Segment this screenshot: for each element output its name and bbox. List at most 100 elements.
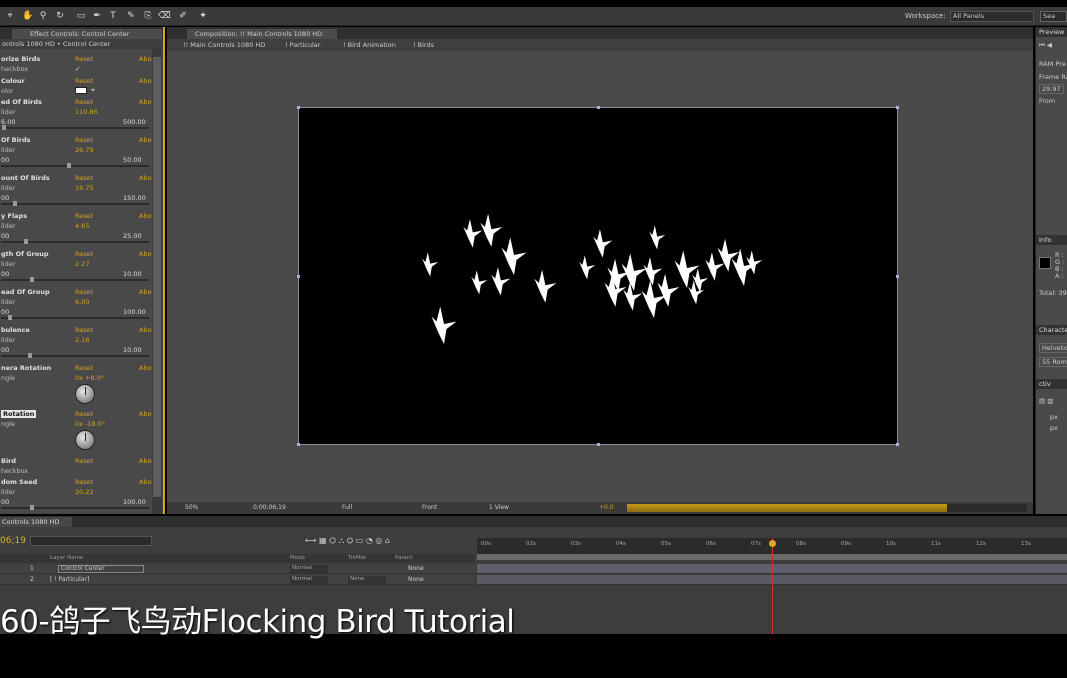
col-trkmat[interactable]: TrkMat <box>348 555 366 561</box>
effect-about-link[interactable]: Abo <box>139 478 152 486</box>
effect-property-name[interactable]: Rotation <box>1 410 37 418</box>
slider-knob[interactable] <box>8 315 13 320</box>
view-select[interactable]: Front <box>422 504 437 511</box>
composition-viewer[interactable] <box>297 106 899 446</box>
effect-property-name[interactable]: ed Of Birds <box>1 98 42 106</box>
effect-about-link[interactable]: Abo <box>139 77 152 85</box>
effect-reset-link[interactable]: Reset <box>75 364 93 372</box>
effect-property-name[interactable]: ead Of Group <box>1 288 50 296</box>
layer-name[interactable]: Control Center <box>58 565 144 573</box>
puppet-tool-icon[interactable]: ✦ <box>198 11 208 21</box>
layer-mode-select[interactable]: Normal <box>290 565 328 573</box>
from-current-checkbox[interactable]: From <box>1039 97 1055 105</box>
align-icons[interactable]: ▤ ▥ <box>1039 397 1053 405</box>
effect-reset-link[interactable]: Reset <box>75 174 93 182</box>
selection-tool-icon[interactable]: ⌖ <box>5 11 15 21</box>
effect-reset-link[interactable]: Reset <box>75 478 93 486</box>
effect-property-value[interactable]: 0x +8.0° <box>75 374 104 382</box>
eraser-tool-icon[interactable]: ⌫ <box>158 11 171 21</box>
slider-knob[interactable] <box>29 277 34 282</box>
effect-property-value[interactable]: 26.79 <box>75 146 94 154</box>
effect-property-value[interactable]: 0x -18.0° <box>75 420 105 428</box>
frame-rate-field[interactable]: 29.97 <box>1039 84 1064 94</box>
timeline-search-input[interactable] <box>30 536 152 546</box>
effect-reset-link[interactable]: Reset <box>75 288 93 296</box>
info-tab[interactable]: Info <box>1036 235 1067 245</box>
effect-about-link[interactable]: Abo <box>139 326 152 334</box>
breadcrumb-particular[interactable]: ! Particular <box>285 41 320 49</box>
layer-parent-select[interactable]: None <box>408 576 424 583</box>
zoom-tool-icon[interactable]: ⚲ <box>38 11 48 21</box>
effect-property-value[interactable]: 20.22 <box>75 488 94 496</box>
preview-controls-icon[interactable]: ⏮ ◀ <box>1039 41 1052 50</box>
playhead-handle[interactable] <box>769 540 776 547</box>
effect-property-name[interactable]: Bird <box>1 457 16 465</box>
slider-knob[interactable] <box>28 353 33 358</box>
eyedropper-icon[interactable]: ⌖ <box>91 86 95 95</box>
slider-track[interactable] <box>1 203 149 205</box>
workspace-select[interactable]: All Panels <box>950 11 1034 22</box>
layer-name[interactable]: [ ! Particular] <box>50 576 89 583</box>
effect-property-value[interactable]: 2.27 <box>75 260 89 268</box>
roto-brush-tool-icon[interactable]: ✐ <box>178 11 188 21</box>
hand-tool-icon[interactable]: ✋ <box>22 11 33 21</box>
search-help-input[interactable]: Sea <box>1040 11 1067 22</box>
effect-controls-tab[interactable]: Effect Controls: Control Center <box>12 29 162 39</box>
effect-about-link[interactable]: Abo <box>139 410 152 418</box>
effect-about-link[interactable]: Abo <box>139 98 152 106</box>
timeline-switches-icons[interactable]: ⟷ ▦ ⌬ ⛬ ⛭ ▭ ◔ ◎ ⌂ <box>305 536 390 546</box>
effect-about-link[interactable]: Abo <box>139 250 152 258</box>
effect-property-name[interactable]: orize Birds <box>1 55 40 63</box>
slider-track[interactable] <box>1 279 149 281</box>
character-tab[interactable]: Characte <box>1036 325 1067 335</box>
breadcrumb-bird-animation[interactable]: ! Bird Animation <box>343 41 396 49</box>
slider-knob[interactable] <box>2 125 7 130</box>
slider-track[interactable] <box>1 317 149 319</box>
effect-about-link[interactable]: Abo <box>139 457 152 465</box>
effect-property-value[interactable]: 2.16 <box>75 336 89 344</box>
effect-property-value[interactable]: 110.86 <box>75 108 98 116</box>
effect-property-value[interactable]: 6.00 <box>75 298 89 306</box>
angle-dial[interactable] <box>75 430 95 450</box>
effect-property-name[interactable]: Colour <box>1 77 25 85</box>
effect-property-name[interactable]: Of Birds <box>1 136 31 144</box>
slider-track[interactable] <box>1 355 149 357</box>
effect-reset-link[interactable]: Reset <box>75 77 93 85</box>
rectangle-tool-icon[interactable]: ▭ <box>76 11 86 21</box>
effect-property-value[interactable]: 4.65 <box>75 222 89 230</box>
breadcrumb-main-controls[interactable]: !! Main Controls 1080 HD <box>183 41 265 49</box>
effect-property-name[interactable]: gth Of Group <box>1 250 49 258</box>
angle-dial[interactable] <box>75 384 95 404</box>
effect-reset-link[interactable]: Reset <box>75 212 93 220</box>
composition-tab[interactable]: Composition: !! Main Controls 1080 HD <box>187 29 337 39</box>
effect-reset-link[interactable]: Reset <box>75 250 93 258</box>
col-parent[interactable]: Parent <box>395 555 413 561</box>
rotate-tool-icon[interactable]: ↻ <box>55 11 65 21</box>
layer-row[interactable]: 2 [ ! Particular] Normal None None <box>0 575 475 585</box>
effect-about-link[interactable]: Abo <box>139 212 152 220</box>
effect-reset-link[interactable]: Reset <box>75 457 93 465</box>
effect-reset-link[interactable]: Reset <box>75 55 93 63</box>
slider-track[interactable] <box>1 507 149 509</box>
slider-knob[interactable] <box>12 201 17 206</box>
type-tool-icon[interactable]: T <box>108 11 118 21</box>
effect-reset-link[interactable]: Reset <box>75 98 93 106</box>
clone-tool-icon[interactable]: ⎘ <box>143 11 153 21</box>
layer-parent-select[interactable]: None <box>408 565 424 572</box>
effects-scrollbar-thumb[interactable] <box>153 57 161 497</box>
exposure-value[interactable]: +0.0 <box>599 504 614 511</box>
effect-about-link[interactable]: Abo <box>139 364 152 372</box>
timeline-current-time[interactable]: 06;19 <box>0 536 26 546</box>
breadcrumb-birds[interactable]: ! Birds <box>413 41 434 49</box>
effect-property-name[interactable]: dom Seed <box>1 478 37 486</box>
col-mode[interactable]: Mode <box>290 555 305 561</box>
effect-property-name[interactable]: y Flaps <box>1 212 27 220</box>
font-style-select[interactable]: 55 Roma <box>1039 357 1067 367</box>
slider-track[interactable] <box>1 165 149 167</box>
layer-mode-select[interactable]: Normal <box>290 576 328 584</box>
resolution-select[interactable]: Full <box>342 504 352 511</box>
effect-about-link[interactable]: Abo <box>139 55 152 63</box>
layer-row[interactable]: 1 Control Center Normal None <box>0 564 475 574</box>
slider-knob[interactable] <box>24 239 29 244</box>
timeline-tab[interactable]: Controls 1080 HD <box>0 517 72 527</box>
